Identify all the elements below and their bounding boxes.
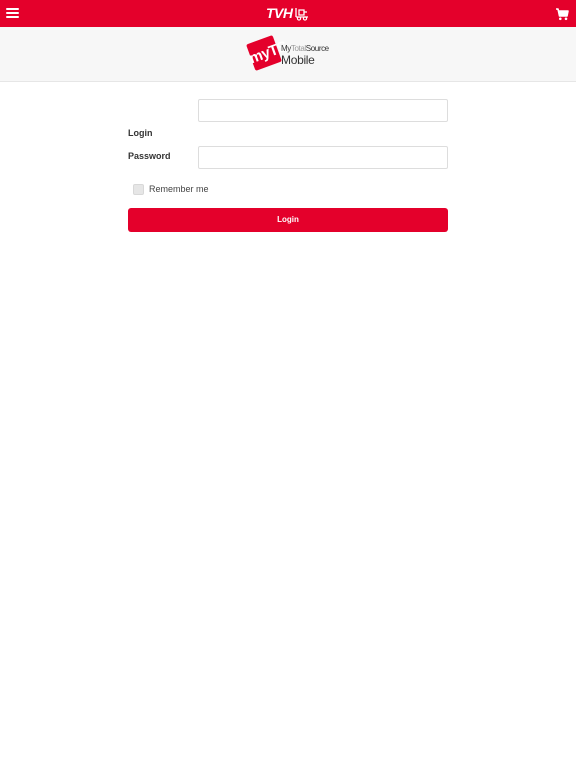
logo-product-name: MyTotalSource [281, 44, 329, 53]
logo-mobile-text: Mobile [281, 53, 315, 67]
mytotalsource-mobile-logo: myTS MyTotalSource Mobile [246, 35, 329, 75]
tvh-brand-logo[interactable]: TVH [266, 5, 310, 22]
brand-text: TVH [266, 5, 293, 21]
password-input[interactable] [198, 146, 448, 169]
hamburger-menu-icon[interactable] [6, 7, 20, 20]
remember-me-checkbox[interactable] [133, 183, 144, 195]
login-button[interactable]: Login [128, 208, 448, 232]
forklift-icon [294, 8, 308, 21]
password-label: Password [128, 151, 171, 161]
shopping-cart-icon[interactable] [555, 7, 569, 21]
remember-me-label[interactable]: Remember me [149, 184, 209, 195]
login-label: Login [128, 128, 153, 138]
logo-band: myTS MyTotalSource Mobile [0, 27, 576, 82]
remember-me-row[interactable]: Remember me [133, 183, 209, 195]
login-input[interactable] [198, 99, 448, 122]
top-bar: TVH [0, 0, 576, 27]
